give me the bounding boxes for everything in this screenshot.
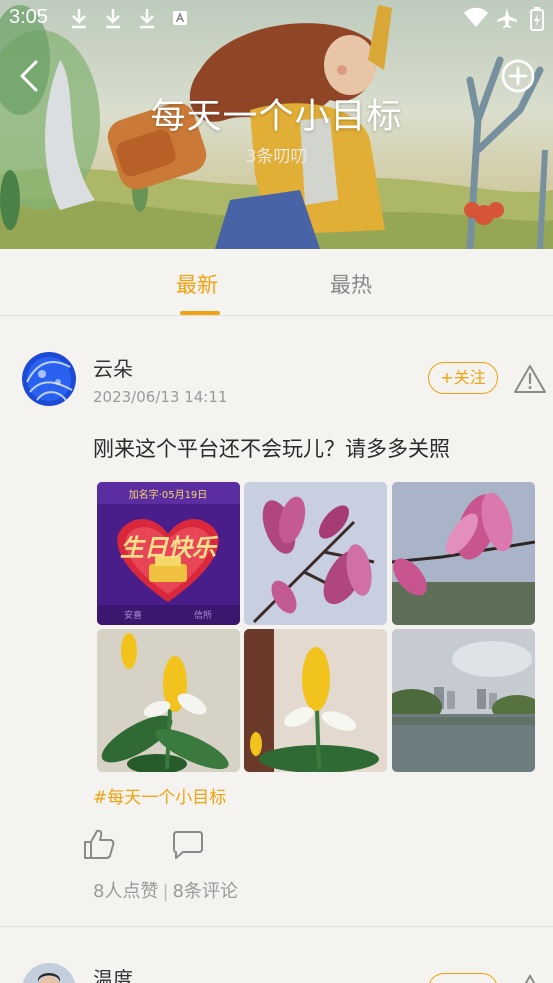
post-stats: 8人点赞 | 8条评论 <box>93 877 238 903</box>
topic-post-count: 3条叨叨 <box>245 147 308 167</box>
card-main-text: 生日快乐 <box>120 533 219 562</box>
post-image-birthday-card[interactable]: 加名字·05月19日 生日快乐 安喜 信所 <box>97 482 240 625</box>
comment-icon[interactable] <box>171 829 205 861</box>
warning-icon[interactable] <box>513 973 547 983</box>
avatar[interactable] <box>22 963 76 983</box>
post-image-grid: 加名字·05月19日 生日快乐 安喜 信所 <box>97 482 535 772</box>
avatar[interactable] <box>22 352 76 406</box>
post-body-text: 刚来这个平台还不会玩儿？请多多关照 <box>93 437 450 461</box>
keyboard-a-icon <box>173 11 187 25</box>
post-timestamp: 2023/06/13 14:11 <box>93 388 228 406</box>
airplane-icon <box>497 8 517 28</box>
download-icon <box>140 9 154 29</box>
post-image-yellow-plant-1[interactable] <box>97 629 240 772</box>
follow-button[interactable] <box>428 973 498 983</box>
post-image-magnolia-1[interactable] <box>244 482 387 625</box>
username[interactable]: 云朵 <box>93 353 133 382</box>
likes-count[interactable]: 8人点赞 <box>93 881 158 902</box>
card-top-text: 加名字·05月19日 <box>129 488 208 501</box>
post-image-river-skyline[interactable] <box>392 629 535 772</box>
topic-banner: 3:05 每天一个小目标 3条叨叨 <box>0 0 553 249</box>
wifi-icon <box>464 7 488 27</box>
status-time: 3:05 <box>9 6 48 28</box>
status-bar: 3:05 <box>0 0 553 38</box>
sort-tabs: 最新 最热 <box>0 249 553 316</box>
download-icon <box>72 9 86 29</box>
post-card: 温度 <box>0 927 553 983</box>
post-card: 云朵 2023/06/13 14:11 +关注 刚来这个平台还不会玩儿？请多多关… <box>0 317 553 927</box>
tab-latest[interactable]: 最新 <box>176 269 218 299</box>
follow-button[interactable]: +关注 <box>428 362 498 394</box>
username[interactable]: 温度 <box>93 963 133 983</box>
warning-icon[interactable] <box>513 363 547 395</box>
card-footer-right: 信所 <box>194 609 212 621</box>
comments-count[interactable]: 8条评论 <box>173 881 238 902</box>
active-tab-indicator <box>180 311 220 315</box>
battery-icon <box>530 7 544 31</box>
post-image-yellow-plant-2[interactable] <box>244 629 387 772</box>
tab-hottest[interactable]: 最热 <box>330 269 372 299</box>
thumbs-up-icon[interactable] <box>82 827 116 861</box>
stats-separator: | <box>162 881 169 902</box>
post-image-magnolia-2[interactable] <box>392 482 535 625</box>
topic-title: 每天一个小目标 <box>150 97 403 137</box>
topic-hashtag[interactable]: #每天一个小目标 <box>93 783 226 808</box>
download-icon <box>106 9 120 29</box>
card-footer-left: 安喜 <box>124 609 142 621</box>
